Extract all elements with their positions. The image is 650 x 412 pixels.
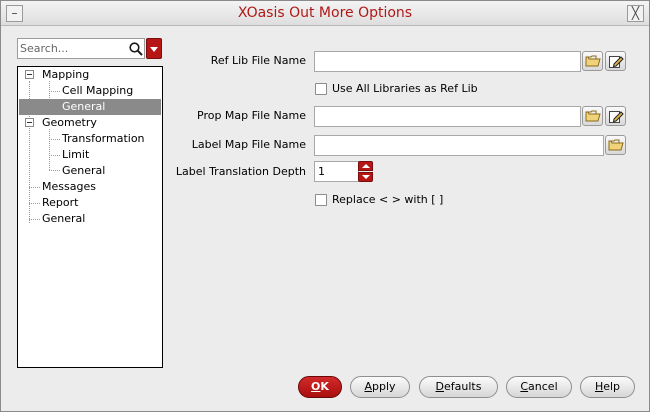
ok-button[interactable]: OK [298, 376, 342, 398]
use-all-libs-checkbox[interactable] [315, 83, 327, 95]
ok-label: K [320, 380, 329, 393]
label-map-input[interactable] [318, 137, 600, 154]
prop-map-browse-button[interactable] [582, 106, 603, 126]
search-input[interactable] [20, 40, 124, 57]
spin-up-icon[interactable] [358, 161, 373, 171]
prop-map-field [314, 106, 581, 127]
tree-item-label: Cell Mapping [62, 84, 134, 97]
tree-item-label: Report [42, 196, 79, 209]
ok-mnemonic: O [311, 380, 321, 393]
dialog-window: – XOasis Out More Options ╳ Mapping Cell… [0, 0, 650, 412]
defaults-button[interactable]: Defaults [419, 376, 498, 398]
help-button[interactable]: Help [580, 376, 635, 398]
cancel-button[interactable]: Cancel [506, 376, 572, 398]
tree-item-limit[interactable]: Limit [19, 147, 161, 163]
apply-label: pply [372, 380, 396, 393]
tree-item-label: General [62, 164, 106, 177]
ref-lib-input[interactable] [318, 53, 577, 70]
label-depth-label: Label Translation Depth [175, 165, 306, 178]
ref-lib-label: Ref Lib File Name [210, 54, 306, 67]
label-depth-input[interactable] [318, 163, 356, 180]
cancel-label: ancel [528, 380, 558, 393]
tree-item-geometry-general[interactable]: General [19, 163, 161, 179]
replace-brackets-label: Replace < > with [ ] [332, 193, 444, 206]
tree-item-mapping[interactable]: Mapping [19, 67, 161, 83]
spin-down-icon[interactable] [358, 172, 373, 182]
search-icon[interactable] [128, 41, 144, 57]
folder-icon [585, 55, 601, 67]
tree-item-transformation[interactable]: Transformation [19, 131, 161, 147]
collapse-icon[interactable] [25, 118, 34, 127]
edit-icon [609, 111, 624, 123]
window-title: XOasis Out More Options [237, 5, 413, 21]
label-map-browse-button[interactable] [605, 135, 626, 155]
collapse-icon[interactable] [25, 70, 34, 79]
tree-item-label: Mapping [42, 68, 90, 81]
search-box [17, 38, 145, 59]
folder-icon [585, 110, 601, 122]
prop-map-edit-button[interactable] [605, 106, 626, 126]
label-map-label: Label Map File Name [191, 138, 306, 151]
label-depth-field [314, 161, 359, 182]
tree-item-label: Messages [42, 180, 96, 193]
tree-item-label: Transformation [62, 132, 145, 145]
tree-item-label: Geometry [42, 116, 97, 129]
ref-lib-field [314, 51, 581, 72]
defaults-label: efaults [444, 380, 482, 393]
replace-brackets-checkbox[interactable] [315, 194, 327, 206]
ref-lib-edit-button[interactable] [605, 51, 626, 71]
help-mnemonic: H [594, 380, 604, 393]
tree-item-label: General [62, 100, 106, 113]
use-all-libs-label: Use All Libraries as Ref Lib [332, 82, 478, 95]
close-icon[interactable]: ╳ [627, 5, 644, 22]
title-bar: – XOasis Out More Options ╳ [1, 1, 649, 26]
apply-button[interactable]: Apply [350, 376, 410, 398]
apply-mnemonic: A [364, 380, 372, 393]
tree-item-label: Limit [62, 148, 90, 161]
tree-item-general[interactable]: General [19, 211, 161, 227]
label-map-field [314, 135, 604, 156]
prop-map-label: Prop Map File Name [197, 109, 306, 122]
help-label: elp [603, 380, 621, 393]
tree-item-mapping-general[interactable]: General [19, 99, 161, 115]
edit-icon [609, 56, 624, 68]
tree-item-report[interactable]: Report [19, 195, 161, 211]
category-tree: Mapping Cell Mapping General Geometry Tr… [17, 66, 163, 368]
search-options-dropdown[interactable] [146, 38, 162, 59]
tree-item-geometry[interactable]: Geometry [19, 115, 161, 131]
tree-item-label: General [42, 212, 86, 225]
tree-item-messages[interactable]: Messages [19, 179, 161, 195]
cancel-mnemonic: C [520, 380, 529, 393]
tree-item-cell-mapping[interactable]: Cell Mapping [19, 83, 161, 99]
prop-map-input[interactable] [318, 108, 577, 125]
ref-lib-browse-button[interactable] [582, 51, 603, 71]
folder-icon [608, 139, 624, 151]
defaults-mnemonic: D [435, 380, 445, 393]
